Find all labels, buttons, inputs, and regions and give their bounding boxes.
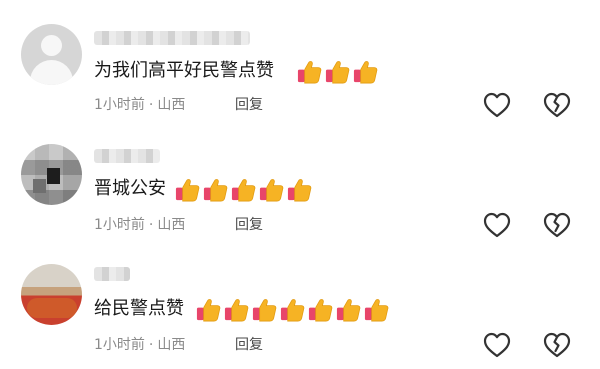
thumbs-up-emoji-icon xyxy=(297,60,322,83)
comment-location: 山西 xyxy=(157,337,186,353)
thumbs-up-emoji-icon xyxy=(196,298,221,321)
like-icon[interactable] xyxy=(483,212,511,238)
dislike-icon[interactable] xyxy=(543,332,571,358)
avatar-shoulders xyxy=(30,60,73,85)
avatar-pixel-dark xyxy=(47,168,60,184)
comment-text: 晋城公安 xyxy=(94,178,166,199)
avatar[interactable] xyxy=(21,144,82,205)
meta-separator: · xyxy=(148,337,154,353)
dislike-icon[interactable] xyxy=(543,92,571,118)
thumbs-emoji-row xyxy=(174,174,313,204)
thumbs-up-emoji-icon xyxy=(252,298,277,321)
comment-item: 给民警点赞 1小时前 · 山西 回复 xyxy=(0,240,600,360)
username-blurred[interactable] xyxy=(94,149,160,163)
reply-button[interactable]: 回复 xyxy=(235,215,263,235)
thumbs-up-emoji-icon xyxy=(336,298,361,321)
username-blurred[interactable] xyxy=(94,267,130,281)
comment-time: 1小时前 xyxy=(94,217,145,233)
thumbs-up-emoji-icon xyxy=(280,298,305,321)
thumbs-up-emoji-icon xyxy=(364,298,389,321)
thumbs-up-emoji-icon xyxy=(287,178,312,201)
avatar-head xyxy=(41,35,62,56)
avatar[interactable] xyxy=(21,24,82,85)
thumbs-up-emoji-icon xyxy=(224,298,249,321)
reply-button[interactable]: 回复 xyxy=(235,95,263,115)
thumbs-up-emoji-icon xyxy=(353,60,378,83)
thumbs-emoji-row xyxy=(296,56,379,86)
comment-text: 为我们高平好民警点赞 xyxy=(94,60,274,81)
avatar-pixel-mid xyxy=(33,179,46,193)
comment-meta: 1小时前 · 山西 xyxy=(94,335,185,355)
like-icon[interactable] xyxy=(483,92,511,118)
reply-button[interactable]: 回复 xyxy=(235,335,263,355)
thumbs-up-emoji-icon xyxy=(175,178,200,201)
avatar[interactable] xyxy=(21,264,82,325)
comment-meta: 1小时前 · 山西 xyxy=(94,95,185,115)
comment-meta: 1小时前 · 山西 xyxy=(94,215,185,235)
thumbs-up-emoji-icon xyxy=(308,298,333,321)
comment-time: 1小时前 xyxy=(94,337,145,353)
username-blurred[interactable] xyxy=(94,31,250,45)
comment-location: 山西 xyxy=(157,217,186,233)
comment-text: 给民警点赞 xyxy=(94,298,184,319)
avatar-scenic-bush xyxy=(27,298,77,318)
dislike-icon[interactable] xyxy=(543,212,571,238)
meta-separator: · xyxy=(148,97,154,113)
like-icon[interactable] xyxy=(483,332,511,358)
comment-item: 为我们高平好民警点赞 1小时前 · 山西 回复 xyxy=(0,0,600,120)
comment-time: 1小时前 xyxy=(94,97,145,113)
thumbs-up-emoji-icon xyxy=(259,178,284,201)
comment-item: 晋城公安 1小时前 · 山西 回复 xyxy=(0,120,600,240)
comment-location: 山西 xyxy=(157,97,186,113)
thumbs-up-emoji-icon xyxy=(325,60,350,83)
thumbs-emoji-row xyxy=(195,294,390,324)
thumbs-up-emoji-icon xyxy=(231,178,256,201)
thumbs-up-emoji-icon xyxy=(203,178,228,201)
meta-separator: · xyxy=(148,217,154,233)
